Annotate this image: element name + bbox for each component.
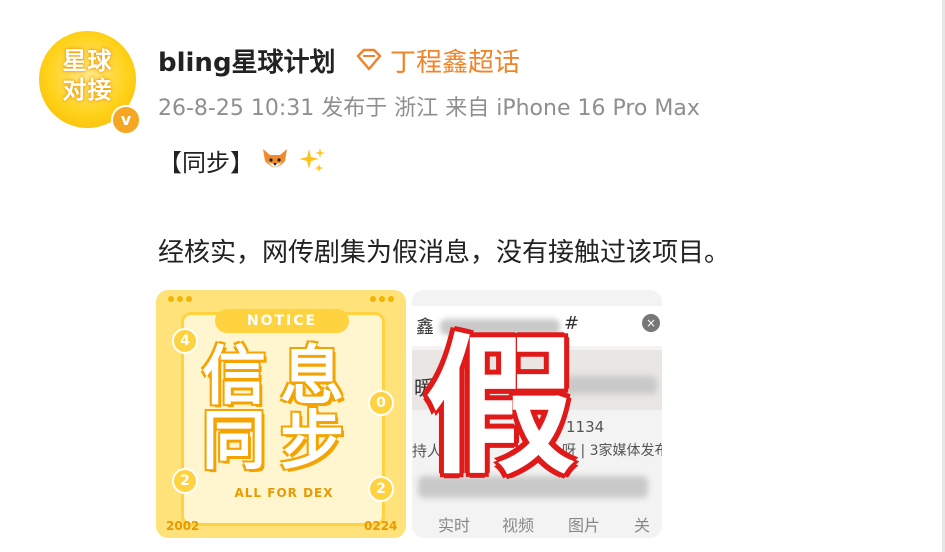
post-meta: 26-8-25 10:31 发布于 浙江 来自 iPhone 16 Pro Ma… bbox=[158, 96, 700, 121]
corner-number-right: 0224 bbox=[364, 519, 398, 533]
weibo-post: 星球 对接 v bling星球计划 丁程鑫超话 26-8-25 10:31 发布… bbox=[0, 0, 945, 552]
decor-dots-right bbox=[370, 296, 394, 304]
clear-icon: × bbox=[642, 314, 660, 332]
notice-image[interactable]: NOTICE 信 息 同 步 4 0 2 2 ALL FOR DEX 2002 … bbox=[156, 290, 406, 538]
corner-number-left: 2002 bbox=[166, 519, 200, 533]
avatar-text: 星球 对接 bbox=[62, 47, 113, 104]
tab-realtime: 实时 bbox=[438, 516, 471, 535]
fake-news-image[interactable]: 鑫 # × 暖 1134 持人 呀 | 3家媒体发布 假 实时 视频 图片 关注 bbox=[412, 290, 662, 538]
tab-video: 视频 bbox=[502, 516, 535, 535]
decor-dots-left bbox=[168, 296, 192, 304]
post-tag: 【同步】 bbox=[158, 148, 254, 177]
notice-char-2: 息 bbox=[280, 340, 344, 414]
super-topic-label: 丁程鑫超话 bbox=[390, 47, 521, 78]
super-topic-link[interactable]: 丁程鑫超话 bbox=[354, 44, 521, 78]
notice-char-3: 同 bbox=[202, 405, 266, 479]
screenshot-tabs: 实时 视频 图片 关注 bbox=[412, 512, 662, 538]
sparkle-emoji-icon bbox=[299, 148, 325, 172]
fox-emoji-icon bbox=[263, 149, 287, 167]
tab-images: 图片 bbox=[568, 516, 601, 535]
verified-badge-icon: v bbox=[111, 105, 141, 135]
notice-char-4: 步 bbox=[280, 405, 344, 479]
side-number-4: 2 bbox=[368, 476, 394, 502]
notice-footer: ALL FOR DEX bbox=[234, 486, 334, 500]
post-tag-line: 【同步】 bbox=[158, 144, 326, 177]
tab-follow: 关注 bbox=[634, 516, 651, 535]
notice-char-1: 信 bbox=[202, 340, 266, 414]
post-content: 经核实，网传剧集为假消息，没有接触过该项目。 bbox=[158, 238, 731, 268]
side-number-2: 0 bbox=[368, 390, 394, 416]
diamond-icon bbox=[356, 48, 382, 71]
username[interactable]: bling星球计划 bbox=[158, 42, 336, 79]
side-number-3: 2 bbox=[172, 468, 198, 494]
side-number-1: 4 bbox=[172, 328, 198, 354]
fake-stamp: 假 bbox=[424, 321, 575, 495]
notice-label: NOTICE bbox=[215, 309, 349, 333]
